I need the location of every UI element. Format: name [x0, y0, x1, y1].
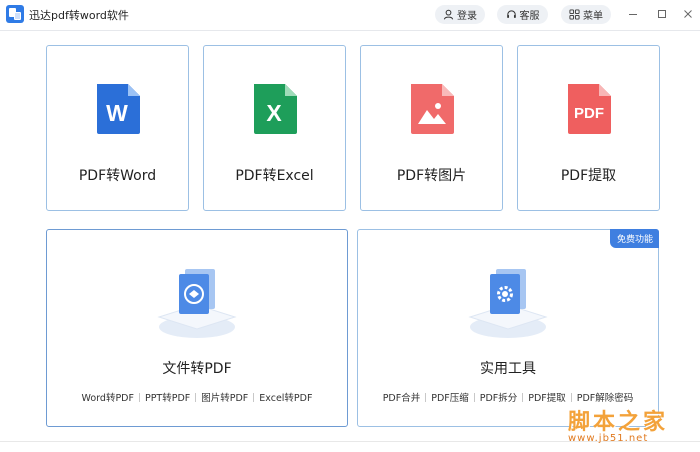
divider	[425, 392, 427, 402]
watermark-url: www.jb51.net	[568, 433, 649, 444]
sub-link-image-to-pdf[interactable]: 图片转PDF	[201, 390, 248, 404]
svg-text:X: X	[266, 100, 282, 126]
sub-link-word-to-pdf[interactable]: Word转PDF	[82, 390, 134, 404]
sub-link-excel-to-pdf[interactable]: Excel转PDF	[259, 390, 312, 404]
divider	[138, 392, 140, 402]
menu-button[interactable]: 菜单	[561, 5, 611, 24]
user-icon	[443, 9, 454, 20]
pdf-file-icon: PDF	[568, 84, 611, 134]
divider	[570, 392, 572, 402]
gear-tools-icon	[468, 269, 548, 338]
title-bar: 迅达pdf转word软件 登录 客服 菜单	[0, 0, 700, 30]
sub-link-pdf-split[interactable]: PDF拆分	[480, 390, 518, 404]
card-pdf-to-excel[interactable]: X PDF转Excel	[203, 45, 346, 211]
divider	[522, 392, 524, 402]
word-file-icon: W	[97, 84, 140, 134]
divider	[253, 392, 255, 402]
big-card-title: 实用工具	[480, 361, 536, 377]
close-button[interactable]	[680, 6, 696, 22]
minimize-button[interactable]	[625, 6, 641, 22]
title-divider	[0, 30, 700, 31]
excel-file-icon: X	[254, 84, 297, 134]
sub-link-pdf-extract[interactable]: PDF提取	[528, 390, 566, 404]
divider	[195, 392, 197, 402]
file-convert-icon	[157, 269, 237, 338]
card-pdf-extract[interactable]: PDF PDF提取	[517, 45, 660, 211]
maximize-button[interactable]	[654, 6, 670, 22]
card-file-to-pdf[interactable]: 文件转PDF Word转PDF PPT转PDF 图片转PDF Excel转PDF	[46, 229, 348, 427]
minimize-icon	[629, 14, 637, 15]
app-title: 迅达pdf转word软件	[29, 9, 129, 22]
svg-text:PDF: PDF	[574, 105, 604, 122]
login-button[interactable]: 登录	[435, 5, 485, 24]
card-label: PDF转Excel	[235, 168, 314, 184]
watermark-text: 脚本之家	[568, 409, 669, 435]
grid-menu-icon	[569, 9, 580, 20]
svg-text:W: W	[106, 100, 128, 126]
sub-link-ppt-to-pdf[interactable]: PPT转PDF	[145, 390, 190, 404]
card-pdf-to-image[interactable]: PDF转图片	[360, 45, 503, 211]
sub-links: Word转PDF PPT转PDF 图片转PDF Excel转PDF	[47, 390, 347, 404]
service-label: 客服	[519, 11, 540, 22]
sub-links: PDF合并 PDF压缩 PDF拆分 PDF提取 PDF解除密码	[358, 390, 658, 404]
close-icon	[684, 10, 692, 18]
card-label: PDF转Word	[78, 168, 157, 184]
big-card-title: 文件转PDF	[162, 361, 232, 377]
card-label: PDF提取	[560, 168, 617, 184]
divider	[473, 392, 475, 402]
sub-link-pdf-compress[interactable]: PDF压缩	[431, 390, 469, 404]
image-file-icon	[411, 84, 454, 134]
card-utility-tools[interactable]: 免费功能 实用工具 PDF合并 PDF压缩 PDF拆分 PDF提取 PDF解除密…	[357, 229, 659, 427]
headset-icon	[506, 10, 516, 18]
customer-service-button[interactable]: 客服	[497, 5, 548, 24]
sub-link-pdf-merge[interactable]: PDF合并	[383, 390, 421, 404]
card-label: PDF转图片	[396, 168, 467, 184]
login-label: 登录	[457, 11, 477, 22]
sub-link-pdf-unlock[interactable]: PDF解除密码	[577, 390, 634, 404]
maximize-icon	[658, 10, 666, 18]
free-feature-badge: 免费功能	[609, 229, 659, 248]
menu-label: 菜单	[583, 11, 603, 22]
app-logo-icon	[6, 5, 24, 23]
card-pdf-to-word[interactable]: W PDF转Word	[46, 45, 189, 211]
